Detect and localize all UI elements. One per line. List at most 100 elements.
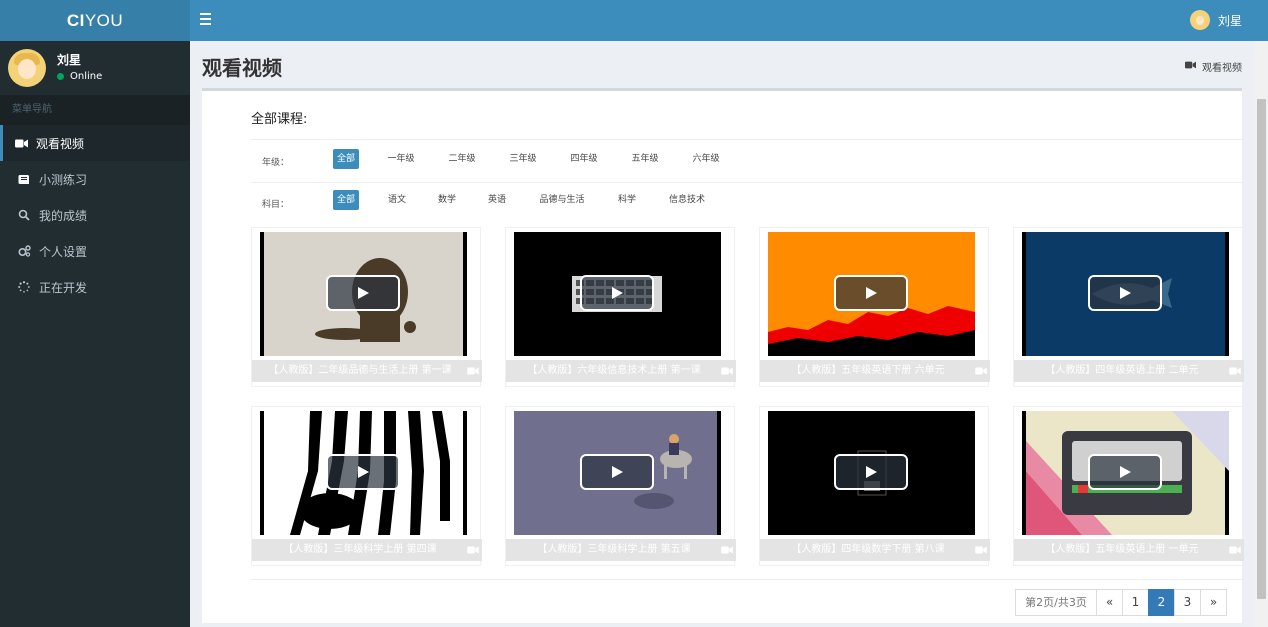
video-icon [1229,367,1241,375]
video-icon [975,546,987,554]
subject-chip-english[interactable]: 英语 [485,190,509,210]
grade-filter-label: 年级： [262,158,290,168]
video-card[interactable]: 【人教版】三年级科学上册 第四课 [251,406,482,566]
menu-header: 菜单导航 [0,95,190,125]
divider [251,139,1242,140]
subject-chip-chinese[interactable]: 语文 [385,190,409,210]
grade-chip-2[interactable]: 二年级 [445,149,479,169]
user-status: Online [57,71,102,82]
video-card[interactable]: 【人教版】四年级数学下册 第八课 [759,406,990,566]
user-menu-name: 刘星 [1217,13,1242,28]
page-title: 观看视频 [202,56,282,80]
video-icon [721,546,733,554]
play-button[interactable] [326,454,400,490]
subject-filter-label: 科目： [262,200,290,210]
video-thumbnail[interactable] [260,232,467,356]
scrollbar[interactable] [1255,41,1268,627]
subject-chip-all[interactable]: 全部 [333,190,359,210]
video-caption[interactable]: 【人教版】四年级英语上册 二单元 [1014,360,1244,382]
video-thumbnail[interactable] [260,411,467,535]
video-card[interactable]: 【人教版】六年级信息技术上册 第一课 [505,227,736,387]
subject-chip-it[interactable]: 信息技术 [665,190,709,210]
grade-chip-4[interactable]: 四年级 [567,149,601,169]
video-icon [975,367,987,375]
sidebar-item-watch-video[interactable]: 观看视频 [0,125,190,161]
next-page-button[interactable]: » [1200,589,1227,616]
divider [251,579,1242,580]
sidebar-item-label: 个人设置 [39,244,88,259]
play-button[interactable] [834,454,908,490]
scrollbar-thumb[interactable] [1257,99,1266,599]
video-icon [721,367,733,375]
grade-chip-6[interactable]: 六年级 [689,149,723,169]
avatar [1189,10,1210,30]
play-button[interactable] [1088,454,1162,490]
subject-chip-morality[interactable]: 品德与生活 [535,190,589,210]
divider [251,182,1242,183]
video-caption[interactable]: 【人教版】三年级科学上册 第五课 [506,539,736,561]
video-thumbnail[interactable] [514,411,721,535]
video-icon [467,367,479,375]
grade-chip-all[interactable]: 全部 [333,149,359,169]
sidebar-item-label: 小测练习 [39,172,88,187]
page-2-button[interactable]: 2 [1148,589,1175,616]
avatar [8,49,46,87]
video-icon [467,546,479,554]
user-menu[interactable]: 刘星 [1189,9,1242,31]
sidebar-item-in-development[interactable]: 正在开发 [0,269,190,305]
video-caption[interactable]: 【人教版】四年级数学下册 第八课 [760,539,990,561]
prev-page-button[interactable]: « [1096,589,1123,616]
video-icon [1229,546,1241,554]
video-thumbnail[interactable] [768,411,975,535]
pagination: 第2页/共3页 « 1 2 3 » [1015,589,1227,616]
top-navbar: CIYOU 刘星 [0,0,1268,41]
video-caption[interactable]: 【人教版】五年级英语上册 一单元 [1014,539,1244,561]
sidebar-item-quiz[interactable]: 小测练习 [0,161,190,197]
spinner-icon [17,281,31,293]
box-title: 全部课程: [251,112,308,127]
video-caption[interactable]: 【人教版】六年级信息技术上册 第一课 [506,360,736,382]
subject-chip-science[interactable]: 科学 [615,190,639,210]
video-thumbnail[interactable] [1022,411,1229,535]
video-card[interactable]: 【人教版】三年级科学上册 第五课 [505,406,736,566]
search-icon [17,209,31,221]
sidebar-item-grades[interactable]: 我的成绩 [0,197,190,233]
play-button[interactable] [326,275,400,311]
subject-filter: 全部 语文 数学 英语 品德与生活 科学 信息技术 [333,190,709,210]
grade-chip-5[interactable]: 五年级 [628,149,662,169]
video-card[interactable]: 【人教版】二年级品德与生活上册 第一课 [251,227,482,387]
sidebar-item-settings[interactable]: 个人设置 [0,233,190,269]
video-caption[interactable]: 【人教版】二年级品德与生活上册 第一课 [252,360,482,382]
video-icon [14,137,28,149]
grade-chip-1[interactable]: 一年级 [384,149,418,169]
brand-logo[interactable]: CIYOU [0,0,190,41]
play-button[interactable] [834,275,908,311]
video-icon [1185,61,1196,72]
sidebar-item-label: 正在开发 [39,280,88,295]
video-card[interactable]: 【人教版】五年级英语上册 一单元 [1013,406,1244,566]
course-box: 全部课程: 年级： 全部 一年级 二年级 三年级 四年级 五年级 六年级 科目：… [202,88,1244,623]
subject-chip-math[interactable]: 数学 [435,190,459,210]
video-thumbnail[interactable] [1022,232,1229,356]
sidebar-item-label: 我的成绩 [39,208,88,223]
page-info: 第2页/共3页 [1015,589,1097,616]
video-caption[interactable]: 【人教版】三年级科学上册 第四课 [252,539,482,561]
grade-chip-3[interactable]: 三年级 [506,149,540,169]
sidebar-toggle-icon[interactable] [200,13,212,27]
video-thumbnail[interactable] [514,232,721,356]
page-1-button[interactable]: 1 [1122,589,1149,616]
breadcrumb[interactable]: 观看视频 [1185,59,1242,74]
play-button[interactable] [1088,275,1162,311]
page-3-button[interactable]: 3 [1174,589,1201,616]
book-icon [17,173,31,185]
video-caption[interactable]: 【人教版】五年级英语下册 六单元 [760,360,990,382]
video-card[interactable]: 【人教版】四年级英语上册 二单元 [1013,227,1244,387]
video-thumbnail[interactable] [768,232,975,356]
gears-icon [17,245,31,257]
grade-filter: 全部 一年级 二年级 三年级 四年级 五年级 六年级 [333,149,723,169]
play-button[interactable] [580,275,654,311]
video-card[interactable]: 【人教版】五年级英语下册 六单元 [759,227,990,387]
user-panel: 刘星 Online [0,41,190,95]
user-panel-name: 刘星 [57,53,82,67]
play-button[interactable] [580,454,654,490]
